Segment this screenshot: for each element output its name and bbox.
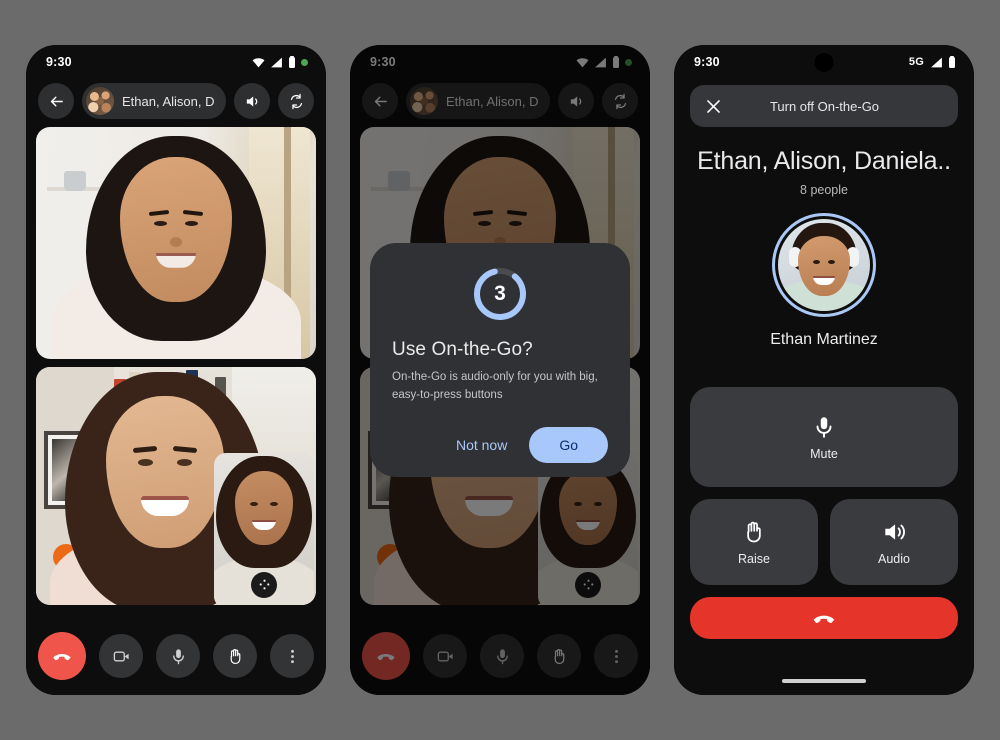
table-row[interactable] <box>36 127 316 359</box>
cellular-signal-icon <box>931 57 942 67</box>
phone-2-screen: 9:30 Ethan, Alison, Dani... <box>350 45 650 695</box>
camera-switch-icon <box>290 93 302 109</box>
not-now-button[interactable]: Not now <box>440 427 523 463</box>
phone-1-screen: 9:30 Ethan, Alison, Dani... <box>26 45 326 695</box>
table-row[interactable] <box>36 367 316 605</box>
call-title: Ethan, Alison, Dani... <box>122 93 214 109</box>
phone-3-on-the-go-active: 9:30 5G Turn off On-the-Go Ethan, Alison… <box>674 45 974 695</box>
group-avatar <box>86 87 114 115</box>
raise-hand-button-label: Raise <box>738 551 770 566</box>
more-vertical-icon <box>290 649 294 663</box>
screenshot-stage: 9:30 Ethan, Alison, Dani... <box>0 0 1000 740</box>
mute-button-label: Mute <box>810 446 838 461</box>
status-bar: 9:30 <box>26 45 326 79</box>
page-title: Ethan, Alison, Daniela.. <box>697 147 951 175</box>
home-indicator <box>782 679 866 683</box>
status-time: 9:30 <box>46 55 72 69</box>
remote-participant-video <box>36 127 316 359</box>
volume-up-icon <box>885 523 905 540</box>
audio-button[interactable]: Audio <box>830 499 958 585</box>
camera-toggle-button[interactable] <box>99 634 143 678</box>
microphone-icon <box>172 648 184 664</box>
avatar <box>778 219 870 311</box>
camera-flip-button[interactable] <box>278 83 314 119</box>
raise-hand-button[interactable] <box>213 634 257 678</box>
dialog-body: On-the-Go is audio-only for you with big… <box>392 371 598 401</box>
call-controls <box>26 617 326 695</box>
turn-off-on-the-go-bar[interactable]: Turn off On-the-Go <box>690 85 958 127</box>
raise-hand-button[interactable]: Raise <box>690 499 818 585</box>
drag-handle-dots-icon[interactable] <box>251 571 277 598</box>
active-speaker-name: Ethan Martinez <box>770 331 878 348</box>
network-type-label: 5G <box>908 56 924 68</box>
end-call-button[interactable] <box>690 597 958 639</box>
status-icons <box>252 56 308 68</box>
phone-1-video-call: 9:30 Ethan, Alison, Dani... <box>26 45 326 695</box>
on-the-go-dialog: 3 Use On-the-Go? On-the-Go is audio-only… <box>370 243 630 477</box>
turn-off-on-the-go-label: Turn off On-the-Go <box>769 98 880 114</box>
countdown-ring-wrap: 3 <box>392 265 608 323</box>
dialog-actions: Not now Go <box>392 426 608 463</box>
active-speaker-ring <box>772 213 876 317</box>
dialog-title: Use On-the-Go? <box>392 339 533 360</box>
video-camera-icon <box>113 650 129 662</box>
raised-hand-icon <box>230 648 240 664</box>
countdown-ring: 3 <box>471 265 529 323</box>
on-the-go-controls: Mute Raise Audio <box>690 387 958 639</box>
call-header: Ethan, Alison, Dani... <box>26 79 326 127</box>
microphone-toggle-button[interactable] <box>156 634 200 678</box>
phone-2-on-the-go-prompt: 9:30 Ethan, Alison, Dani... <box>350 45 650 695</box>
more-options-button[interactable] <box>270 634 314 678</box>
speaker-button[interactable] <box>234 83 270 119</box>
phone-hangup-icon <box>53 653 71 661</box>
back-button[interactable] <box>38 83 74 119</box>
status-bar: 9:30 5G <box>674 45 974 79</box>
microphone-icon <box>816 416 832 438</box>
drag-dots-glyph <box>259 579 269 590</box>
battery-icon <box>949 56 955 68</box>
status-time: 9:30 <box>694 55 720 69</box>
battery-icon <box>289 56 295 68</box>
phone-3-screen: 9:30 5G Turn off On-the-Go Ethan, Alison… <box>674 45 974 695</box>
cellular-signal-icon <box>271 57 282 67</box>
go-button[interactable]: Go <box>529 426 608 463</box>
call-title-pill[interactable]: Ethan, Alison, Dani... <box>82 83 226 119</box>
raised-hand-icon <box>747 521 761 542</box>
phone-hangup-icon <box>813 615 835 623</box>
active-speaker-avatar-wrap <box>674 213 974 317</box>
camera-punch-hole <box>814 53 834 72</box>
audio-button-label: Audio <box>878 551 910 566</box>
end-call-button[interactable] <box>38 632 86 680</box>
video-tiles <box>26 127 326 605</box>
volume-up-icon <box>246 96 257 106</box>
wifi-icon <box>252 57 265 67</box>
secondary-controls-row: Raise Audio <box>690 499 958 585</box>
recording-dot-icon <box>301 58 308 66</box>
back-arrow-icon <box>50 96 63 106</box>
picture-in-picture-tile[interactable] <box>214 452 314 605</box>
participant-count: 8 people <box>800 183 848 197</box>
mute-button[interactable]: Mute <box>690 387 958 487</box>
countdown-value: 3 <box>494 282 506 305</box>
status-icons: 5G <box>909 56 956 68</box>
